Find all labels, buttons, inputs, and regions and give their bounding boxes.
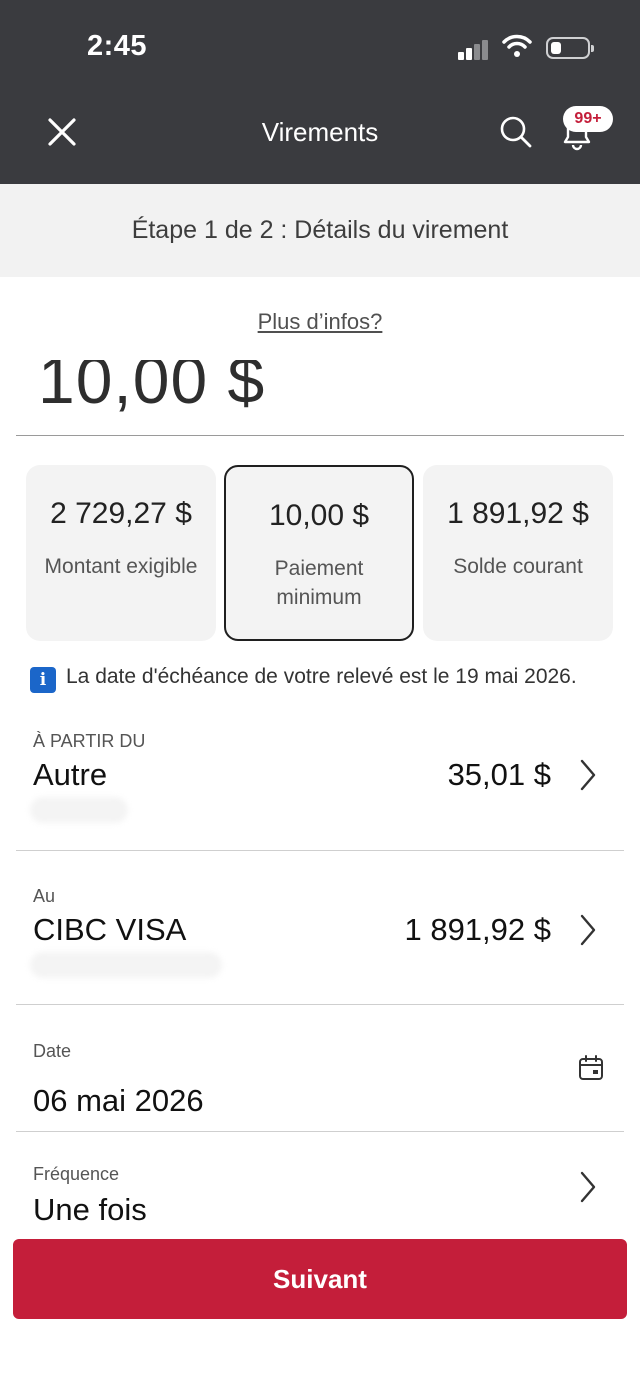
payment-option-amount: 10,00 $ <box>268 499 370 532</box>
status-icons <box>458 34 594 62</box>
from-account-name: Autre <box>33 757 108 792</box>
from-account-balance: 35,01 $ <box>447 757 551 792</box>
divider <box>16 1131 624 1132</box>
due-date-text: La date d'échéance de votre relevé est l… <box>66 665 577 688</box>
info-icon: i <box>30 667 56 693</box>
payment-option-label: Solde courant <box>453 555 583 578</box>
payment-option-label: Montant exigible <box>44 555 198 578</box>
date-label: Date <box>33 1041 72 1061</box>
chevron-right-icon <box>580 1171 596 1203</box>
status-time: 2:45 <box>87 30 148 62</box>
payment-option-amount: 2 729,27 $ <box>50 497 192 530</box>
chevron-right-icon <box>580 914 596 946</box>
frequency-value: Une fois <box>33 1192 147 1227</box>
masked-account-number <box>30 952 222 978</box>
masked-account-number <box>30 797 128 823</box>
battery-icon <box>546 37 594 59</box>
notification-badge: 99+ <box>563 106 613 132</box>
divider <box>16 1004 624 1005</box>
to-account-name: CIBC VISA <box>33 912 187 947</box>
to-account-balance: 1 891,92 $ <box>404 912 551 947</box>
next-button[interactable]: Suivant <box>13 1239 627 1319</box>
due-date-info: i La date d'échéance de votre relevé est… <box>30 665 630 693</box>
step-indicator: Étape 1 de 2 : Détails du virement <box>0 184 640 277</box>
date-field[interactable]: Date 06 mai 2026 <box>0 1035 640 1131</box>
more-info-link[interactable]: Plus d’infos? <box>0 309 640 335</box>
payment-option-current-balance[interactable]: 1 891,92 $ Solde courant <box>423 465 613 641</box>
frequency-label: Fréquence <box>33 1164 120 1184</box>
payment-option-amount: 1 891,92 $ <box>447 497 589 530</box>
chevron-right-icon <box>580 759 596 791</box>
from-label: À PARTIR DU <box>33 731 146 751</box>
payment-option-minimum[interactable]: 10,00 $ Paiement minimum <box>224 465 414 641</box>
divider <box>16 850 624 851</box>
payment-option-amount-due[interactable]: 2 729,27 $ Montant exigible <box>26 465 216 641</box>
amount-field[interactable]: 10,00 $ <box>16 360 624 436</box>
search-icon[interactable] <box>496 112 536 152</box>
app-header: 2:45 Virements 99+ <box>0 0 640 184</box>
date-value: 06 mai 2026 <box>33 1083 204 1118</box>
amount-value[interactable]: 10,00 $ <box>38 360 265 418</box>
from-account-row[interactable]: À PARTIR DU Autre 35,01 $ <box>0 725 640 850</box>
calendar-icon[interactable] <box>578 1055 604 1081</box>
to-label: Au <box>33 886 56 906</box>
frequency-row[interactable]: Fréquence Une fois <box>0 1158 640 1233</box>
page-title: Virements <box>261 117 379 147</box>
to-account-row[interactable]: Au CIBC VISA 1 891,92 $ <box>0 880 640 1004</box>
payment-option-label: Paiement minimum <box>274 557 364 609</box>
wifi-icon <box>502 34 532 57</box>
